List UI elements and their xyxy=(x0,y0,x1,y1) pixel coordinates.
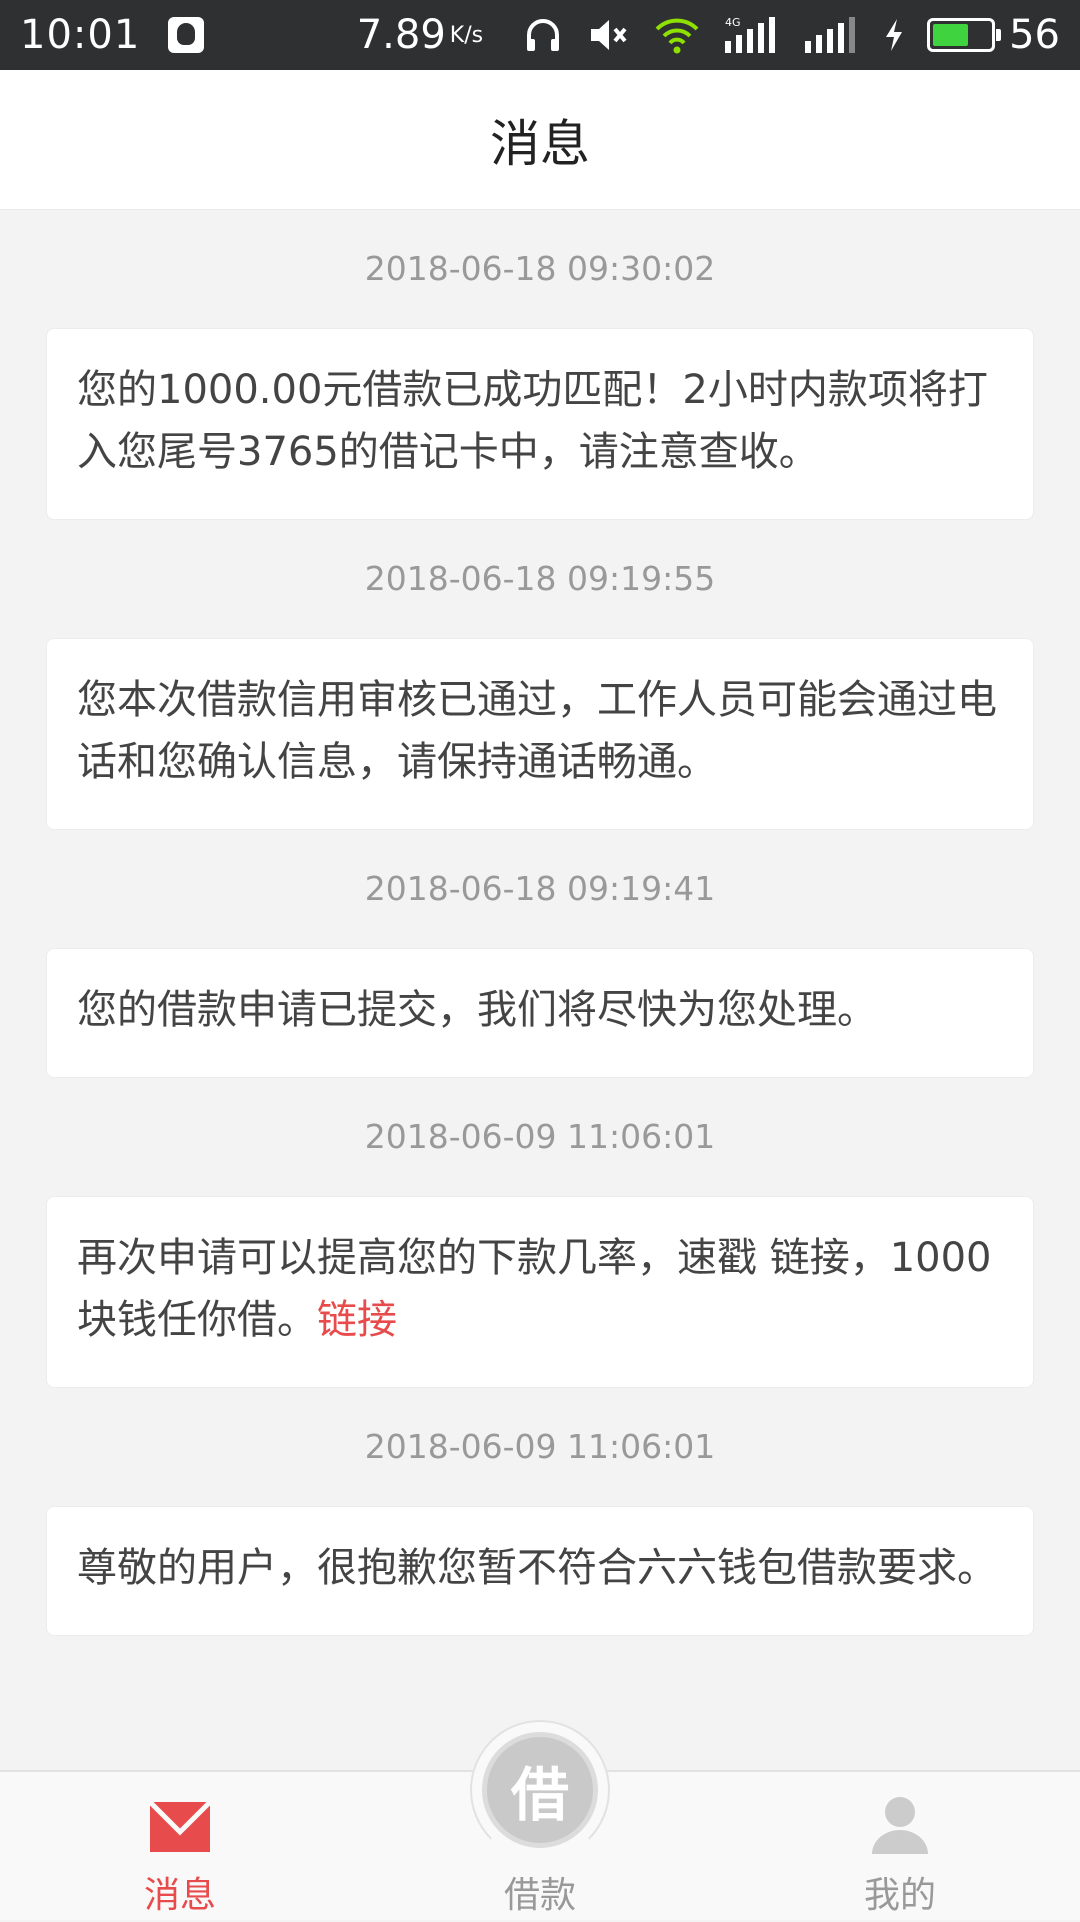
message-card[interactable]: 您本次借款信用审核已通过，工作人员可能会通过电话和您确认信息，请保持通话畅通。 xyxy=(46,638,1034,830)
user-icon xyxy=(868,1794,932,1858)
message-card[interactable]: 您的1000.00元借款已成功匹配！2小时内款项将打入您尾号3765的借记卡中，… xyxy=(46,328,1034,520)
message-text: 您本次借款信用审核已通过，工作人员可能会通过电话和您确认信息，请保持通话畅通。 xyxy=(77,677,997,785)
message-text: 再次申请可以提高您的下款几率，速戳 链接，1000块钱任你借。 xyxy=(77,1235,992,1343)
nav-label-messages: 消息 xyxy=(143,1875,216,1916)
nav-label-me: 我的 xyxy=(863,1875,936,1916)
title-bar: 消息 xyxy=(0,70,1080,210)
nav-tab-me[interactable]: 我的 xyxy=(720,1772,1080,1922)
message-card[interactable]: 尊敬的用户，很抱歉您暂不符合六六钱包借款要求。 xyxy=(46,1506,1034,1636)
message-card[interactable]: 再次申请可以提高您的下款几率，速戳 链接，1000块钱任你借。链接 xyxy=(46,1196,1034,1388)
signal-icon xyxy=(803,15,859,55)
svg-text:4G: 4G xyxy=(725,16,741,29)
message-time: 2018-06-18 09:19:55 xyxy=(364,559,716,598)
mail-icon xyxy=(148,1800,212,1858)
wifi-icon xyxy=(655,15,699,55)
message-text: 您的1000.00元借款已成功匹配！2小时内款项将打入您尾号3765的借记卡中，… xyxy=(77,367,988,475)
battery-level: 56 xyxy=(1009,12,1060,58)
bottom-nav: 借 消息 借款 我的 xyxy=(0,1720,1080,1922)
battery-icon xyxy=(927,18,1002,52)
message-time: 2018-06-18 09:19:41 xyxy=(364,869,716,908)
network-speed-unit: K/s xyxy=(449,22,484,48)
message-link[interactable]: 链接 xyxy=(317,1297,397,1343)
nav-tab-messages[interactable]: 消息 xyxy=(0,1772,360,1922)
message-text: 尊敬的用户，很抱歉您暂不符合六六钱包借款要求。 xyxy=(77,1545,997,1591)
message-text: 您的借款申请已提交，我们将尽快为您处理。 xyxy=(77,987,877,1033)
message-card[interactable]: 您的借款申请已提交，我们将尽快为您处理。 xyxy=(46,948,1034,1078)
headphones-icon xyxy=(523,15,563,55)
mute-icon xyxy=(587,15,631,55)
signal-4g-icon: 4G xyxy=(723,15,779,55)
message-time: 2018-06-09 11:06:01 xyxy=(364,1117,716,1156)
nav-tab-loan[interactable]: 借款 xyxy=(360,1772,720,1922)
qq-notification-icon xyxy=(168,17,205,53)
charging-icon xyxy=(883,17,905,53)
message-time: 2018-06-18 09:30:02 xyxy=(364,249,716,288)
status-time: 10:01 xyxy=(20,12,141,58)
message-list[interactable]: 2018-06-18 09:30:02 您的1000.00元借款已成功匹配！2小… xyxy=(0,210,1080,1770)
page-title: 消息 xyxy=(490,114,590,173)
message-time: 2018-06-09 11:06:01 xyxy=(364,1427,716,1466)
status-bar: 10:01 7.89 K/s 4G 56 xyxy=(0,0,1080,70)
nav-label-loan: 借款 xyxy=(503,1875,576,1916)
network-speed: 7.89 xyxy=(356,12,446,58)
